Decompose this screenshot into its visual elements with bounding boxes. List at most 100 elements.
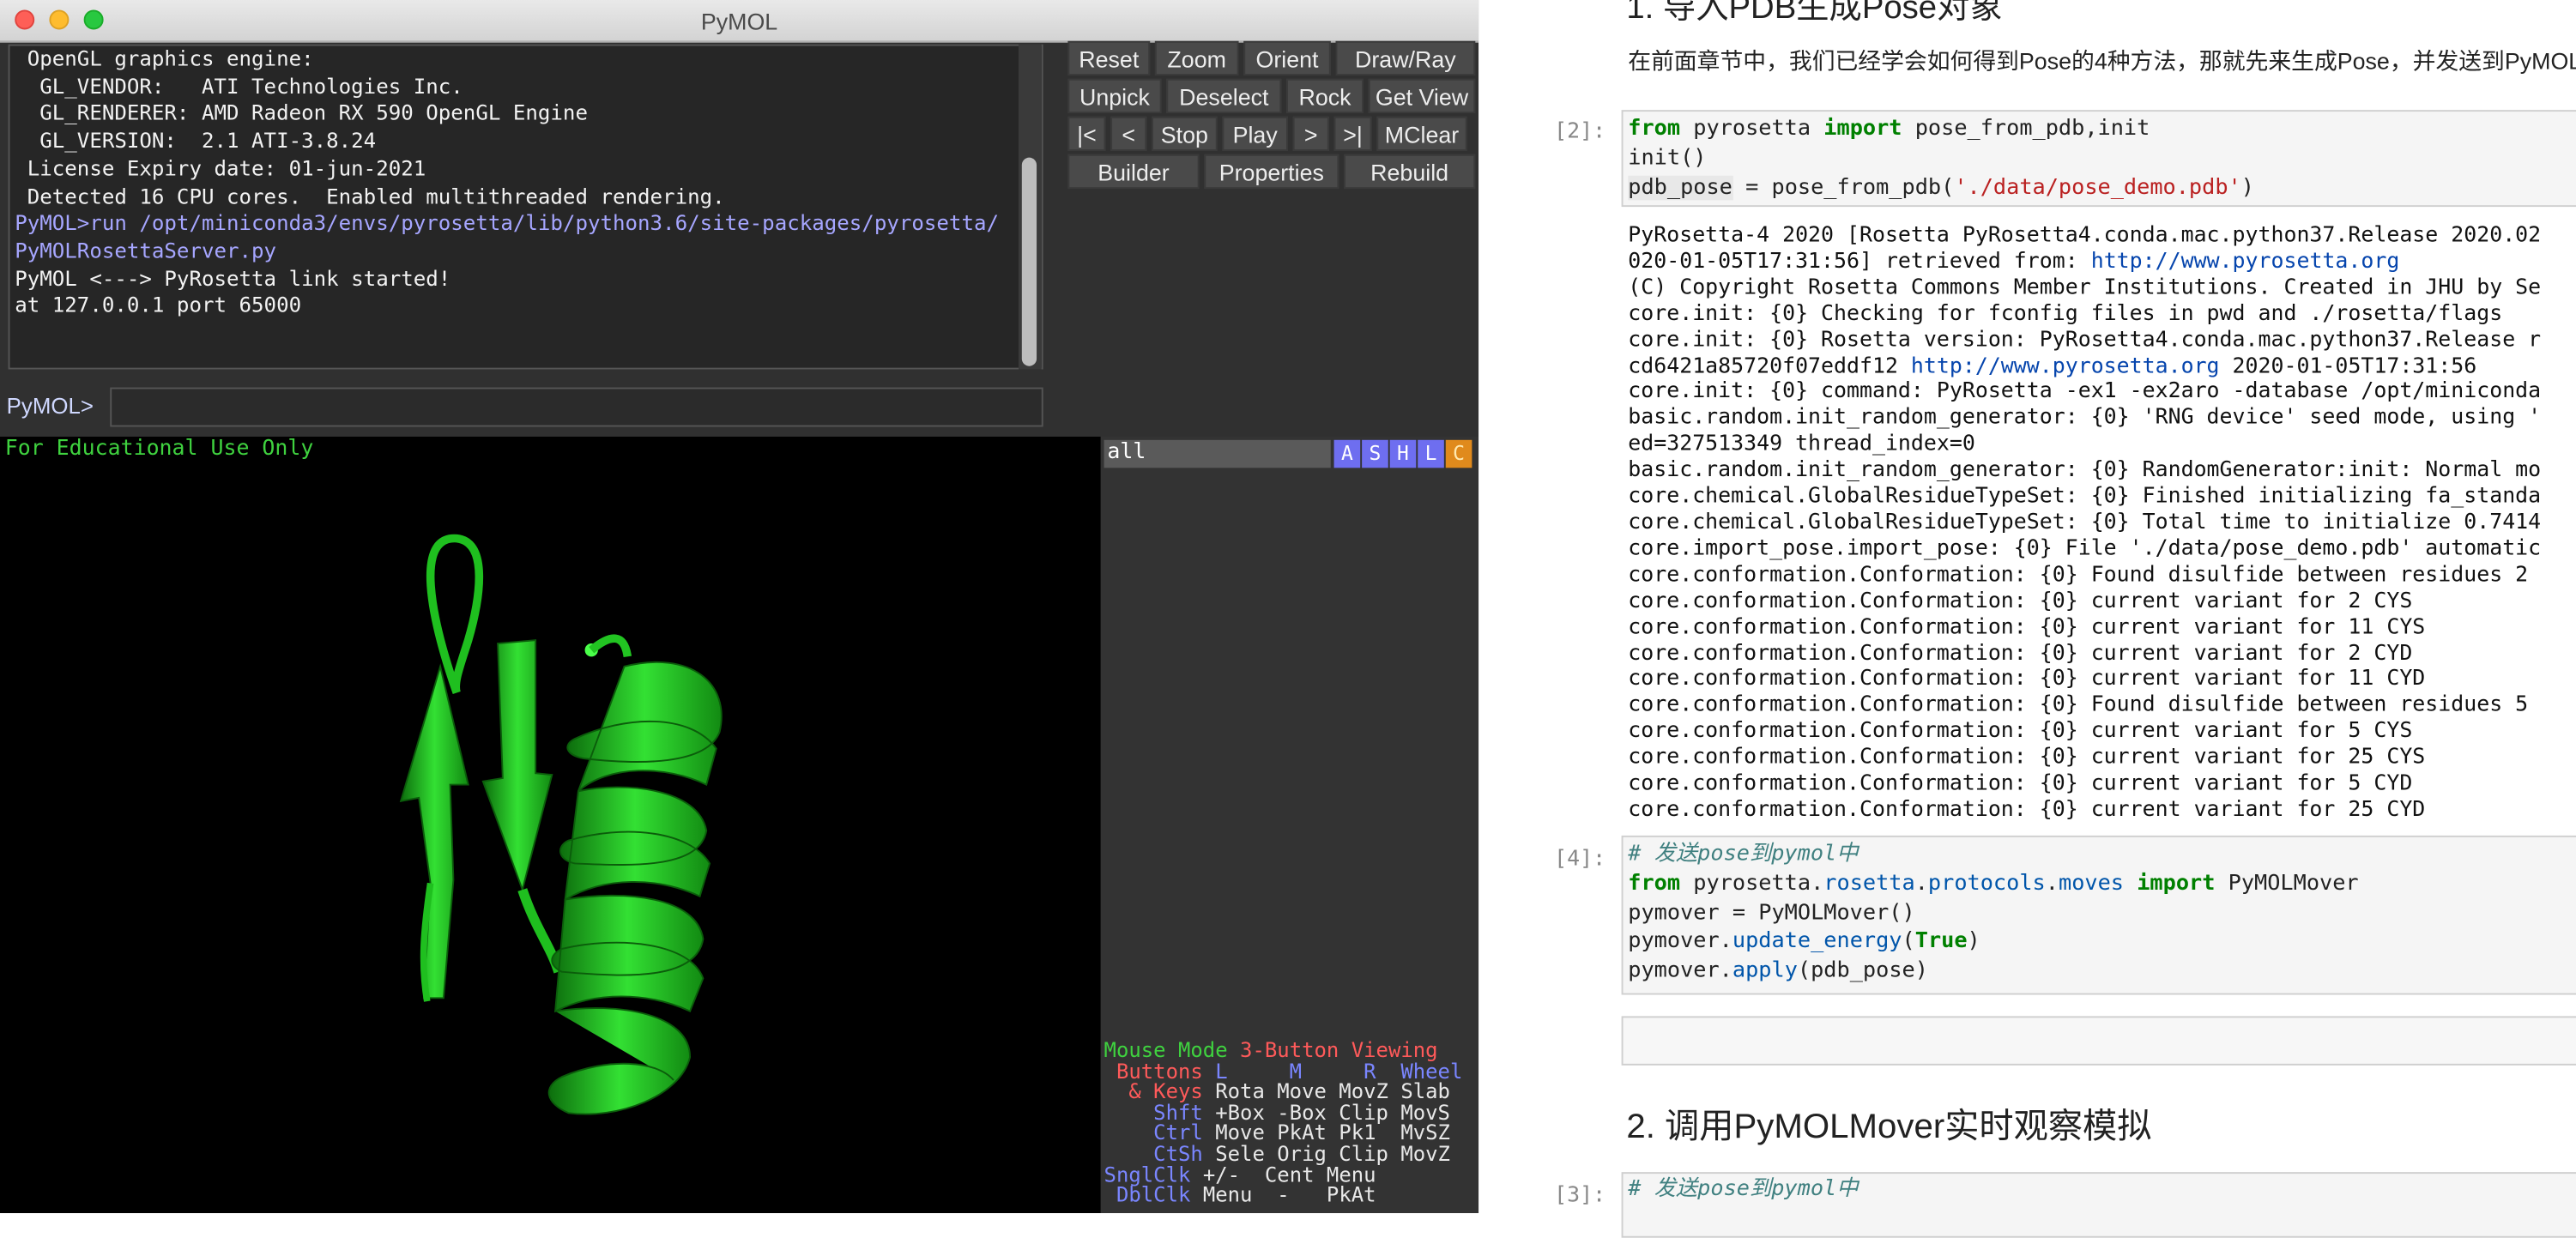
method-apply: apply (1732, 958, 1798, 984)
var-pdb-pose: pdb_pose (1628, 174, 1732, 200)
last-frame-button[interactable]: >| (1333, 116, 1372, 152)
window-title: PyMOL (700, 8, 778, 35)
close-paren: ) (1967, 929, 1980, 955)
draw-ray-button[interactable]: Draw/Ray (1335, 40, 1476, 76)
builder-button[interactable]: Builder (1067, 154, 1200, 190)
educational-watermark: For Educational Use Only (4, 436, 314, 462)
get-view-button[interactable]: Get View (1368, 78, 1476, 114)
pymol-window: PyMOL OpenGL graphics engine: GL_VENDOR:… (0, 0, 1479, 1214)
output-line: cd6421a85720f07eddf12 http://www.pyroset… (1628, 353, 2541, 379)
code-cell-source[interactable]: from pyrosetta import pose_from_pdb,init… (1628, 115, 2254, 202)
assign-call: = pose_from_pdb( (1732, 174, 1955, 200)
output-line: core.conformation.Conformation: {0} curr… (1628, 615, 2541, 641)
pymover-assign: pymover = PyMOLMover (1628, 900, 1890, 926)
pyrosetta-link[interactable]: http://www.pyrosetta.org (2091, 250, 2400, 275)
console-scroll-thumb[interactable] (1021, 157, 1037, 366)
pymover-object: pymover. (1628, 929, 1732, 955)
command-prompt-label: PyMOL> (6, 394, 94, 419)
reset-button[interactable]: Reset (1067, 40, 1151, 76)
console-line: Detected 16 CPU cores. Enabled multithre… (15, 183, 725, 208)
console-text: OpenGL graphics engine: GL_VENDOR: ATI T… (15, 46, 999, 321)
output-text: cd6421a85720f07eddf12 (1628, 353, 1911, 379)
output-text: core.conformation.Conformation: {0} curr… (1628, 797, 2426, 823)
mclear-button[interactable]: MClear (1376, 116, 1467, 152)
output-line: (C) Copyright Rosetta Commons Member Ins… (1628, 275, 2541, 301)
close-paren: ) (2240, 174, 2254, 200)
apply-args: (pdb_pose) (1797, 958, 1928, 984)
unpick-button[interactable]: Unpick (1067, 78, 1162, 114)
output-text: core.conformation.Conformation: {0} Foun… (1628, 562, 2529, 588)
output-text: core.conformation.Conformation: {0} curr… (1628, 667, 2426, 692)
output-line: 020-01-05T17:31:56] retrieved from: http… (1628, 250, 2541, 275)
console-line: PyMOL>run /opt/miniconda3/envs/pyrosetta… (15, 210, 999, 236)
output-line: core.conformation.Conformation: {0} curr… (1628, 667, 2541, 693)
output-line: core.conformation.Conformation: {0} Foun… (1628, 693, 2541, 719)
output-line: core.chemical.GlobalResidueTypeSet: {0} … (1628, 510, 2541, 536)
kw-from: from (1628, 871, 1681, 897)
kw-from: from (1628, 116, 1681, 142)
output-text: 2020-01-05T17:31:56 (2219, 353, 2477, 379)
first-frame-button[interactable]: |< (1067, 116, 1106, 152)
console-line: OpenGL graphics engine: (15, 45, 314, 71)
hide-h-button[interactable]: H (1389, 439, 1417, 468)
section-heading-2: 2. 调用PyMOLMover实时观察模拟 (1626, 1108, 2152, 1146)
output-text: basic.random.init_random_generator: {0} … (1628, 406, 2542, 431)
pyrosetta-link[interactable]: http://www.pyrosetta.org (1911, 353, 2220, 378)
init-call: init() (1628, 145, 1707, 171)
output-line: core.conformation.Conformation: {0} curr… (1628, 746, 2541, 771)
output-text: core.conformation.Conformation: {0} curr… (1628, 589, 2413, 614)
next-frame-button[interactable]: > (1292, 116, 1329, 152)
cell-prompt: [3]: (1554, 1183, 1606, 1209)
properties-button[interactable]: Properties (1204, 154, 1339, 190)
output-text: core.conformation.Conformation: {0} curr… (1628, 641, 2413, 666)
empty-cell[interactable] (1621, 1016, 2576, 1066)
orient-button[interactable]: Orient (1243, 40, 1331, 76)
color-c-button[interactable]: C (1445, 439, 1472, 468)
play-button[interactable]: Play (1222, 116, 1288, 152)
command-input[interactable] (110, 387, 1043, 427)
output-line: core.chemical.GlobalResidueTypeSet: {0} … (1628, 485, 2541, 510)
output-line: core.import_pose.import_pose: {0} File '… (1628, 536, 2541, 562)
double-click-values: Menu - PkAt (1202, 1181, 1376, 1207)
module-rosetta: rosetta (1823, 871, 1915, 897)
console-line: GL_VERSION: 2.1 ATI-3.8.24 (15, 128, 377, 154)
code-cell-source[interactable]: # 发送pose到pymol中 (1628, 1175, 1858, 1205)
open-paren: ( (1902, 929, 1915, 955)
output-text: core.init: {0} Checking for fconfig file… (1628, 301, 2503, 327)
output-text: basic.random.init_random_generator: {0} … (1628, 458, 2542, 483)
output-text: 020-01-05T17:31:56] retrieved from: (1628, 249, 2091, 275)
module-protocols: protocols (1927, 871, 2046, 897)
zoom-button[interactable]: Zoom (1154, 40, 1239, 76)
import-names: pose_from_pdb,init (1902, 116, 2150, 142)
show-s-button[interactable]: S (1362, 439, 1388, 468)
dot: . (1914, 871, 1928, 897)
double-click-label: DblClk (1104, 1181, 1203, 1207)
action-a-button[interactable]: A (1333, 439, 1361, 468)
output-line: core.conformation.Conformation: {0} curr… (1628, 798, 2541, 824)
deselect-button[interactable]: Deselect (1166, 78, 1282, 114)
console-line: GL_RENDERER: AMD Radeon RX 590 OpenGL En… (15, 100, 588, 126)
call-parens: () (1889, 900, 1915, 926)
import-names: PyMOLMover (2215, 871, 2359, 897)
title-bar: PyMOL (0, 0, 1479, 43)
label-l-button[interactable]: L (1418, 439, 1444, 468)
code-cell-source[interactable]: # 发送pose到pymol中 from pyrosetta.rosetta.p… (1628, 841, 2358, 987)
output-text: core.conformation.Conformation: {0} curr… (1628, 719, 2413, 745)
output-line: core.init: {0} Rosetta version: PyRosett… (1628, 328, 2541, 353)
mouse-mode-help[interactable]: Mouse Mode 3-Button Viewing Buttons L M … (1104, 1040, 1463, 1207)
output-console: OpenGL graphics engine: GL_VENDOR: ATI T… (8, 44, 1043, 370)
module-moves: moves (2058, 871, 2124, 897)
output-text: (C) Copyright Rosetta Commons Member Ins… (1628, 275, 2542, 300)
pdb-path-string: './data/pose_demo.pdb' (1954, 174, 2241, 200)
dot: . (2045, 871, 2059, 897)
stop-button[interactable]: Stop (1152, 116, 1218, 152)
rock-button[interactable]: Rock (1286, 78, 1364, 114)
console-line: License Expiry date: 01-jun-2021 (15, 155, 426, 181)
output-line: core.conformation.Conformation: {0} curr… (1628, 589, 2541, 614)
output-text: core.conformation.Conformation: {0} Foun… (1628, 693, 2529, 718)
rebuild-button[interactable]: Rebuild (1344, 154, 1476, 190)
3d-viewport[interactable] (0, 436, 1101, 1214)
code-comment: # 发送pose到pymol中 (1628, 842, 1859, 867)
prev-frame-button[interactable]: < (1110, 116, 1147, 152)
